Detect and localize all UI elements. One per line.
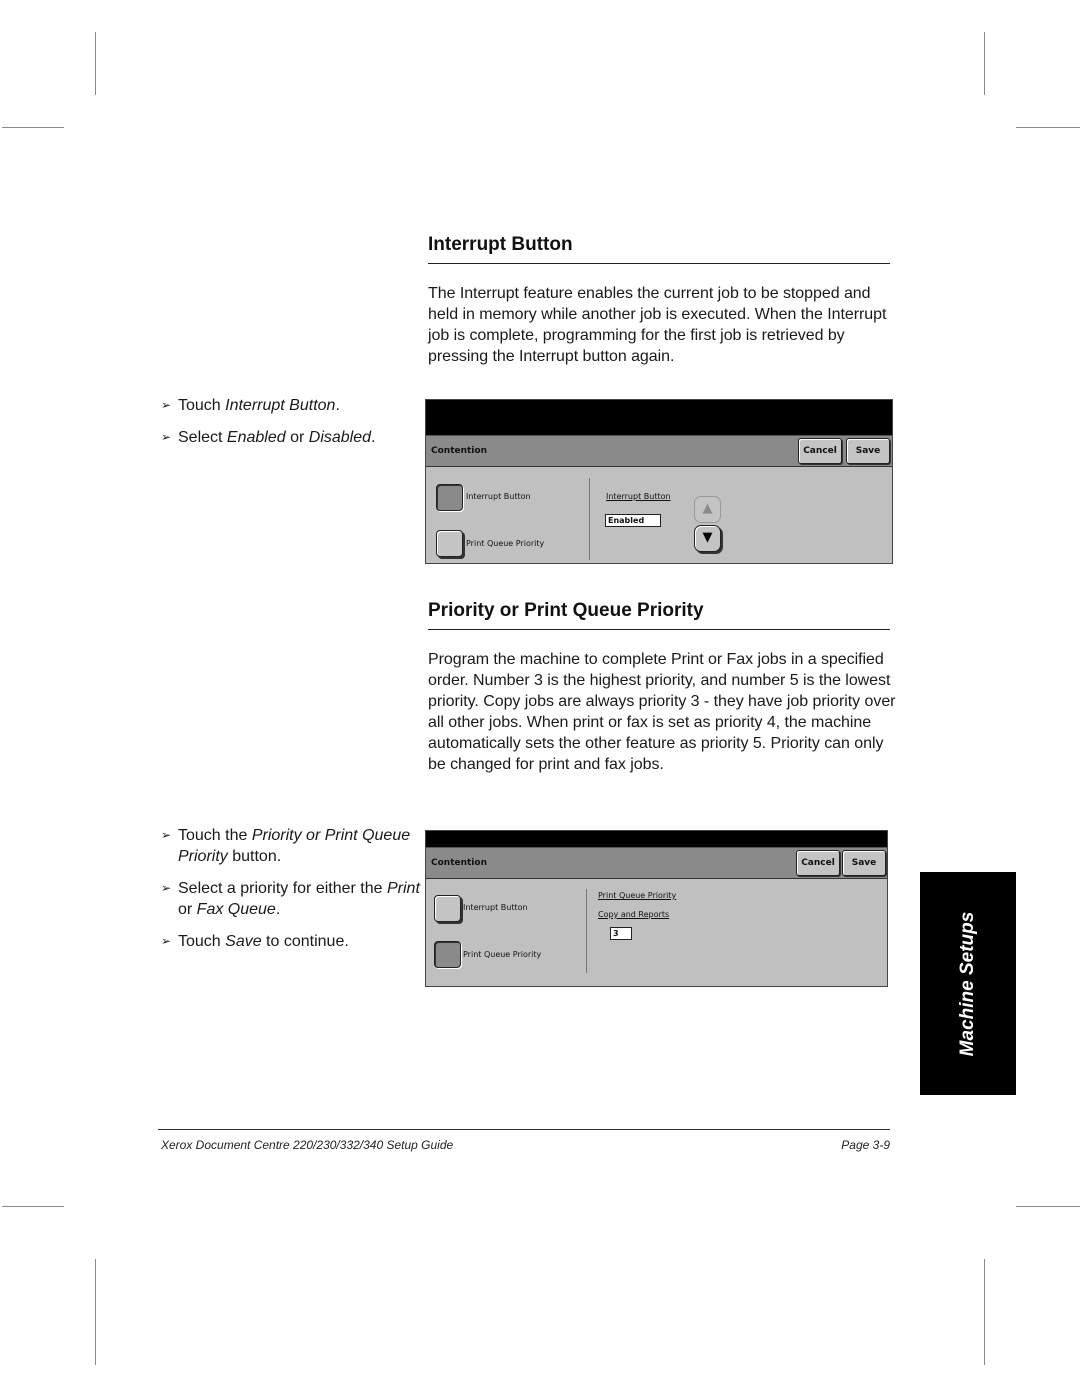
cancel-button[interactable]: Cancel bbox=[796, 850, 840, 876]
crop-mark bbox=[95, 1259, 96, 1365]
option-label: Interrupt Button bbox=[466, 492, 531, 501]
cancel-button[interactable]: Cancel bbox=[798, 438, 842, 464]
scroll-up-button[interactable]: ▲ bbox=[694, 496, 721, 523]
instruction-step: ➢ Touch Interrupt Button. bbox=[161, 397, 340, 414]
instruction-step: ➢ Select a priority for either the Print… bbox=[161, 880, 420, 918]
screen-divider bbox=[589, 478, 590, 560]
screen-header: Contention Cancel Save bbox=[426, 435, 892, 467]
save-button[interactable]: Save bbox=[846, 438, 890, 464]
interrupt-value-field[interactable]: Enabled bbox=[605, 514, 661, 527]
side-tab-label: Machine Setups bbox=[957, 911, 978, 1056]
bullet-arrow-icon: ➢ bbox=[161, 881, 172, 895]
detail-label: Interrupt Button bbox=[606, 492, 671, 501]
crop-mark bbox=[2, 1206, 64, 1207]
detail-label: Print Queue Priority bbox=[598, 891, 677, 900]
triangle-down-icon: ▼ bbox=[702, 530, 713, 545]
section-side-tab: Machine Setups bbox=[920, 872, 1016, 1095]
section-title-priority: Priority or Print Queue Priority bbox=[428, 600, 890, 630]
section-body-priority: Program the machine to complete Print or… bbox=[428, 651, 896, 773]
bullet-arrow-icon: ➢ bbox=[161, 430, 172, 444]
option-label: Interrupt Button bbox=[463, 903, 528, 912]
print-queue-priority-option[interactable] bbox=[436, 530, 463, 557]
contention-screen-priority: Contention Cancel Save Interrupt Button … bbox=[425, 830, 888, 987]
screen-divider bbox=[586, 889, 587, 973]
option-label: Print Queue Priority bbox=[463, 950, 542, 959]
screen-top-bar bbox=[426, 400, 892, 435]
crop-mark bbox=[984, 1259, 985, 1365]
footer-guide-title: Xerox Document Centre 220/230/332/340 Se… bbox=[161, 1138, 454, 1152]
section-body-interrupt: The Interrupt feature enables the curren… bbox=[428, 285, 887, 365]
footer-page-number: Page 3-9 bbox=[841, 1138, 890, 1152]
sub-label: Copy and Reports bbox=[598, 910, 670, 919]
section-title-interrupt: Interrupt Button bbox=[428, 234, 890, 264]
instruction-step: ➢ Touch Save to continue. bbox=[161, 933, 349, 950]
save-button[interactable]: Save bbox=[842, 850, 886, 876]
screen-top-bar bbox=[426, 831, 887, 847]
bullet-arrow-icon: ➢ bbox=[161, 828, 172, 842]
screen-header: Contention Cancel Save bbox=[426, 847, 887, 879]
crop-mark bbox=[1016, 127, 1080, 128]
crop-mark bbox=[1016, 1206, 1080, 1207]
option-label: Print Queue Priority bbox=[466, 539, 545, 548]
bullet-arrow-icon: ➢ bbox=[161, 934, 172, 948]
crop-mark bbox=[984, 32, 985, 95]
instruction-step: ➢ Touch the Priority or Print Queue Prio… bbox=[161, 827, 411, 865]
bullet-arrow-icon: ➢ bbox=[161, 398, 172, 412]
print-queue-priority-option[interactable] bbox=[434, 941, 461, 968]
crop-mark bbox=[95, 32, 96, 95]
interrupt-button-option[interactable] bbox=[436, 484, 463, 511]
footer-rule bbox=[158, 1129, 890, 1130]
interrupt-button-option[interactable] bbox=[434, 895, 461, 922]
triangle-up-icon: ▲ bbox=[702, 501, 713, 516]
crop-mark bbox=[2, 127, 64, 128]
screen-title: Contention bbox=[431, 446, 487, 456]
scroll-down-button[interactable]: ▼ bbox=[694, 525, 721, 552]
instruction-step: ➢ Select Enabled or Disabled. bbox=[161, 429, 376, 446]
screen-title: Contention bbox=[431, 858, 487, 868]
contention-screen-interrupt: Contention Cancel Save Interrupt Button … bbox=[425, 399, 893, 564]
copy-reports-priority-field[interactable]: 3 bbox=[610, 927, 632, 940]
